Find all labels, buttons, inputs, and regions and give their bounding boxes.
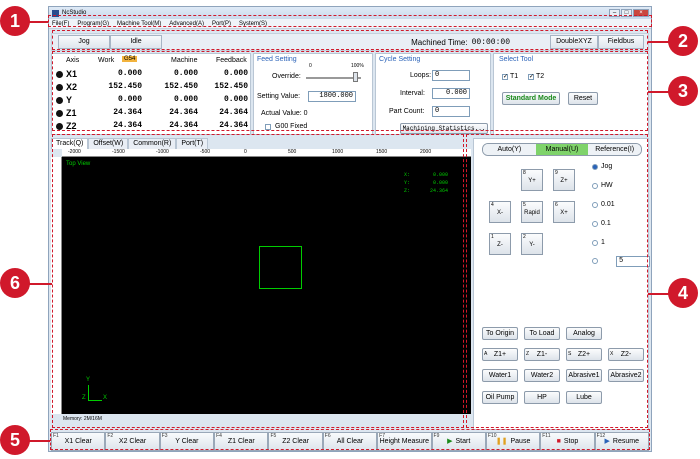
- callout-region-2: [52, 30, 648, 50]
- callout-line-1: [28, 21, 48, 23]
- callout-region-1: [48, 15, 652, 27]
- callout-6: 6: [0, 268, 30, 298]
- callout-3: 3: [668, 76, 698, 106]
- callout-line-6: [28, 283, 52, 285]
- callout-region-4: [466, 134, 648, 428]
- callout-5: 5: [0, 425, 30, 455]
- callout-line-5: [28, 440, 50, 442]
- callout-region-5: [50, 429, 650, 450]
- callout-1: 1: [0, 6, 30, 36]
- callout-region-3: [52, 51, 648, 131]
- callout-region-6: [52, 134, 464, 428]
- callout-4: 4: [668, 278, 698, 308]
- callout-2: 2: [668, 26, 698, 56]
